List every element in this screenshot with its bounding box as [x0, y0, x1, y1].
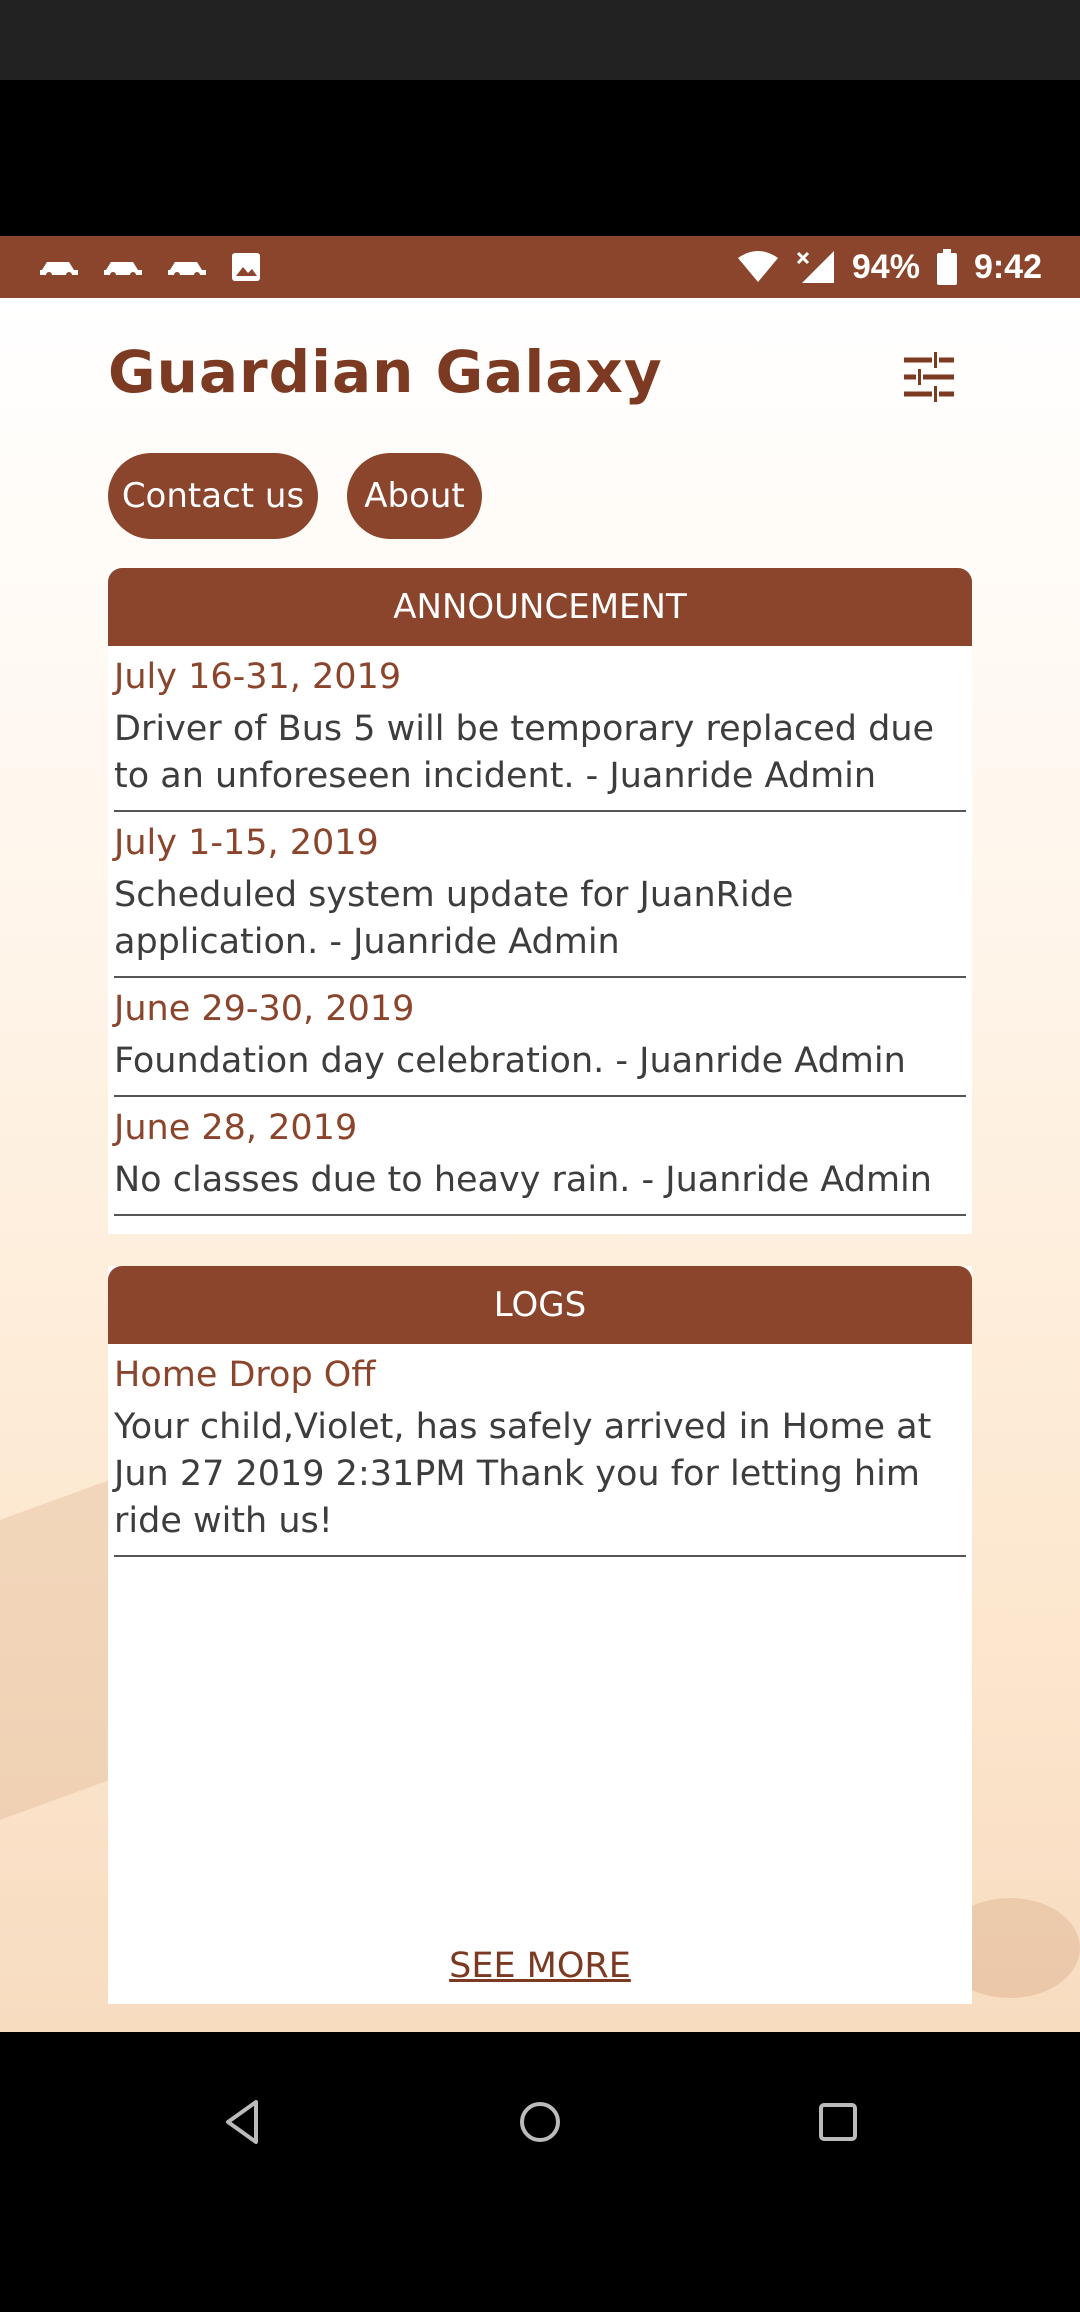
signal-icon [796, 251, 834, 283]
image-icon [232, 253, 260, 281]
log-title: Home Drop Off [114, 1355, 376, 1395]
settings-sliders-icon[interactable] [902, 350, 956, 404]
log-item[interactable]: Home Drop Off Your child,Violet, has saf… [114, 1344, 966, 1557]
about-button[interactable]: About [347, 453, 482, 539]
announcement-header: ANNOUNCEMENT [108, 568, 972, 646]
announcement-text: Foundation day celebration. - Juanride A… [114, 1041, 906, 1081]
logs-card: LOGS Home Drop Off Your child,Violet, ha… [108, 1266, 972, 2004]
announcement-item[interactable]: June 28, 2019 No classes due to heavy ra… [114, 1097, 966, 1216]
log-text: Your child,Violet, has safely arrived in… [114, 1407, 932, 1541]
announcement-date: July 16-31, 2019 [114, 657, 402, 697]
announcement-item[interactable]: July 16-31, 2019 Driver of Bus 5 will be… [114, 646, 966, 812]
announcement-item[interactable]: July 1-15, 2019 Scheduled system update … [114, 812, 966, 978]
car-icon [168, 262, 206, 278]
battery-percent: 94% [851, 247, 920, 286]
app-screen: Guardian Galaxy Contact us About ANNOUNC… [0, 298, 1080, 2032]
logs-header: LOGS [108, 1266, 972, 1344]
contact-us-button[interactable]: Contact us [108, 453, 318, 539]
navigation-bar [0, 2032, 1080, 2312]
car-icon [104, 262, 142, 278]
announcement-text: Driver of Bus 5 will be temporary replac… [114, 709, 935, 796]
announcement-text: Scheduled system update for JuanRide app… [114, 875, 794, 962]
battery-icon [936, 249, 957, 285]
announcement-date: June 29-30, 2019 [114, 989, 415, 1029]
status-bar: 94% 9:42 [0, 236, 1080, 298]
clock: 9:42 [973, 247, 1042, 286]
announcement-date: July 1-15, 2019 [114, 823, 379, 863]
car-icon [40, 262, 78, 278]
black-band [0, 80, 1080, 236]
home-icon[interactable] [510, 2092, 570, 2152]
top-system-bar [0, 0, 1080, 80]
app-title: Guardian Galaxy [108, 338, 663, 406]
announcement-card: ANNOUNCEMENT July 16-31, 2019 Driver of … [108, 568, 972, 1234]
announcement-date: June 28, 2019 [114, 1108, 358, 1148]
announcement-text: No classes due to heavy rain. - Juanride… [114, 1160, 932, 1200]
recents-icon[interactable] [808, 2092, 868, 2152]
see-more-link[interactable]: SEE MORE [108, 1946, 972, 1986]
wifi-icon [737, 251, 778, 282]
back-icon[interactable] [212, 2092, 272, 2152]
announcement-item[interactable]: June 29-30, 2019 Foundation day celebrat… [114, 978, 966, 1097]
